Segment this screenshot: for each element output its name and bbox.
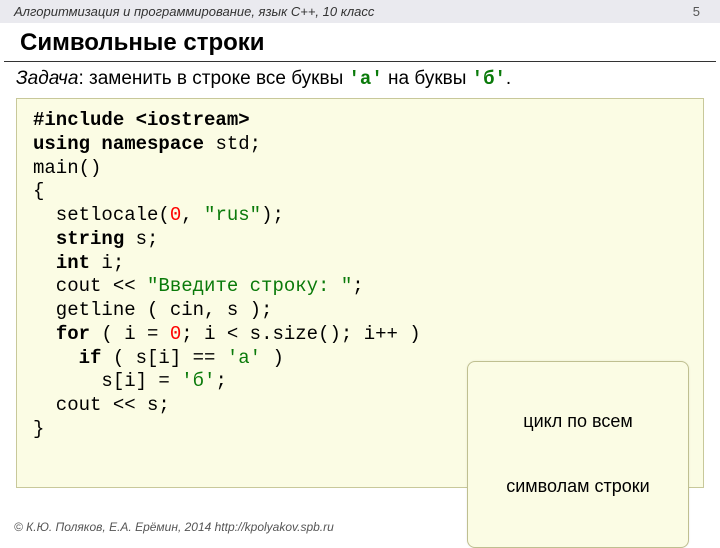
code-l5c: ,: [181, 204, 204, 226]
code-l8c: ;: [352, 275, 363, 297]
code-l6c: s;: [124, 228, 158, 250]
callout-line1: цикл по всем: [478, 411, 678, 433]
code-l7b: int: [56, 252, 90, 274]
code-l7a: [33, 252, 56, 274]
code-l5e: );: [261, 204, 284, 226]
code-l2b: [90, 133, 101, 155]
task-t2: на буквы: [383, 68, 472, 89]
code-l11b: if: [79, 347, 102, 369]
callout-line2: символам строки: [478, 476, 678, 498]
code-l10a: [33, 323, 56, 345]
code-l5a: setlocale(: [33, 204, 170, 226]
course-title: Алгоритмизация и программирование, язык …: [14, 4, 374, 19]
code-l10e: ; i < s.size(); i++ ): [181, 323, 420, 345]
code-l14: }: [33, 418, 44, 440]
code-l4: {: [33, 180, 44, 202]
code-block: #include <iostream> using namespace std;…: [16, 98, 704, 488]
code-l10d: 0: [170, 323, 181, 345]
code-l10c: ( i =: [90, 323, 170, 345]
code-l12a: s[i] =: [33, 370, 181, 392]
code-l13: cout << s;: [33, 394, 170, 416]
code-l2c: namespace: [101, 133, 204, 155]
code-l1: #include <iostream>: [33, 109, 250, 131]
task-text: Задача: заменить в строке все буквы 'а' …: [0, 62, 720, 98]
code-l7c: i;: [90, 252, 124, 274]
task-char-b: 'б': [472, 68, 506, 90]
code-l11d: 'а': [227, 347, 261, 369]
code-l9: getline ( cin, s );: [33, 299, 272, 321]
page-number: 5: [693, 4, 706, 19]
task-t3: .: [506, 68, 511, 89]
code-l11e: ): [261, 347, 284, 369]
code-l3: main(): [33, 157, 101, 179]
code-l10b: for: [56, 323, 90, 345]
footer: © К.Ю. Поляков, Е.А. Ерёмин, 2014 http:/…: [14, 520, 334, 534]
code-l2a: using: [33, 133, 90, 155]
code-l5d: "rus": [204, 204, 261, 226]
code-l5b: 0: [170, 204, 181, 226]
task-t1: : заменить в строке все буквы: [78, 68, 348, 89]
page-title: Символьные строки: [4, 23, 716, 62]
task-char-a: 'а': [349, 68, 383, 90]
code-l8b: "Введите строку: ": [147, 275, 352, 297]
code-l12b: 'б': [181, 370, 215, 392]
code-l12c: ;: [215, 370, 226, 392]
header-bar: Алгоритмизация и программирование, язык …: [0, 0, 720, 23]
code-l11c: ( s[i] ==: [101, 347, 226, 369]
code-l2d: std;: [204, 133, 261, 155]
code-l8a: cout <<: [33, 275, 147, 297]
code-l11a: [33, 347, 79, 369]
code-l6b: string: [56, 228, 124, 250]
code-l6a: [33, 228, 56, 250]
task-label: Задача: [16, 68, 78, 89]
callout-box: цикл по всем символам строки: [467, 361, 689, 548]
